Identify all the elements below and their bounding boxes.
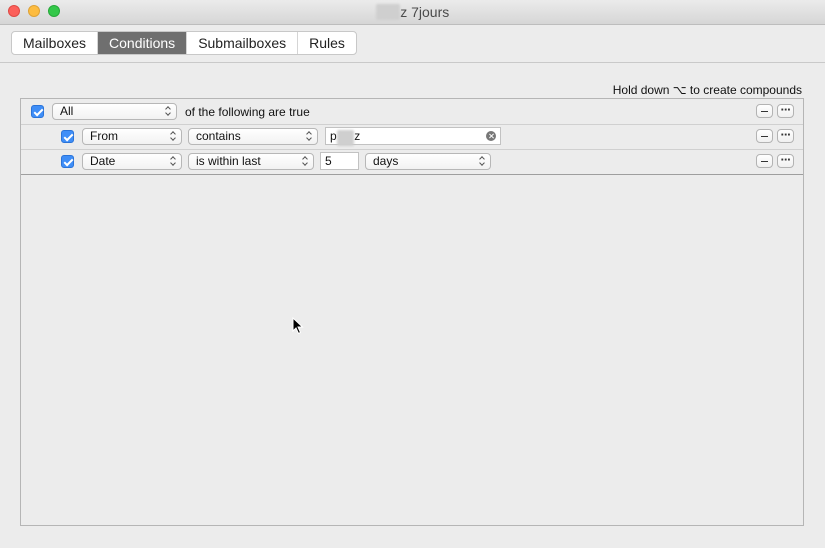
number-field[interactable]: 5 [320, 152, 359, 170]
match-suffix-label: of the following are true [185, 105, 310, 119]
more-options-button[interactable] [777, 102, 794, 118]
tab-rules[interactable]: Rules [298, 32, 356, 54]
chevron-updown-icon [170, 131, 177, 142]
operator-popup[interactable]: is within last [188, 153, 314, 170]
conditions-panel: All of the following are true From conta… [20, 98, 804, 526]
remove-condition-button[interactable] [756, 104, 773, 118]
match-row: All of the following are true [21, 99, 803, 125]
value-field[interactable]: p•••••z [325, 127, 501, 146]
condition-checkbox[interactable] [61, 130, 74, 143]
condition-row: From contains p•••••z [21, 124, 803, 150]
field-popup[interactable]: Date [82, 153, 182, 170]
more-options-button[interactable] [777, 127, 794, 143]
chevron-updown-icon [479, 156, 486, 167]
operator-popup-value: contains [196, 129, 241, 143]
chevron-updown-icon [306, 131, 313, 142]
field-popup-value: Date [90, 154, 116, 168]
window-title-text: z 7jours [400, 4, 450, 20]
chevron-updown-icon [165, 106, 172, 117]
unit-popup[interactable]: days [365, 153, 491, 170]
tab-submailboxes[interactable]: Submailboxes [187, 32, 299, 54]
condition-checkbox[interactable] [61, 155, 74, 168]
operator-popup[interactable]: contains [188, 128, 318, 145]
window-title: •••••z 7jours [0, 4, 825, 20]
tab-mailboxes[interactable]: Mailboxes [12, 32, 99, 54]
remove-condition-button[interactable] [756, 154, 773, 168]
chevron-updown-icon [170, 156, 177, 167]
match-popup[interactable]: All [52, 103, 177, 120]
value-suffix: z [354, 129, 361, 143]
tab-bar: Mailboxes Conditions Submailboxes Rules [11, 31, 357, 55]
chevron-updown-icon [302, 156, 309, 167]
match-checkbox[interactable] [31, 105, 44, 118]
unit-popup-value: days [373, 154, 399, 168]
tab-conditions[interactable]: Conditions [98, 32, 188, 54]
title-bar: •••••z 7jours [0, 0, 825, 25]
compound-hint: Hold down ⌥ to create compounds [612, 83, 802, 97]
clear-icon[interactable] [486, 131, 496, 141]
more-options-button[interactable] [777, 152, 794, 168]
tab-separator [0, 62, 825, 63]
redacted-name: ••••• [375, 4, 401, 20]
field-popup-value: From [90, 129, 118, 143]
mouse-cursor-icon [292, 317, 304, 335]
redacted-value: ••••• [336, 130, 355, 146]
operator-popup-value: is within last [196, 154, 261, 168]
field-popup[interactable]: From [82, 128, 182, 145]
remove-condition-button[interactable] [756, 129, 773, 143]
match-popup-value: All [60, 104, 74, 118]
value-prefix: p [330, 129, 337, 143]
condition-row: Date is within last 5 days [21, 149, 803, 175]
